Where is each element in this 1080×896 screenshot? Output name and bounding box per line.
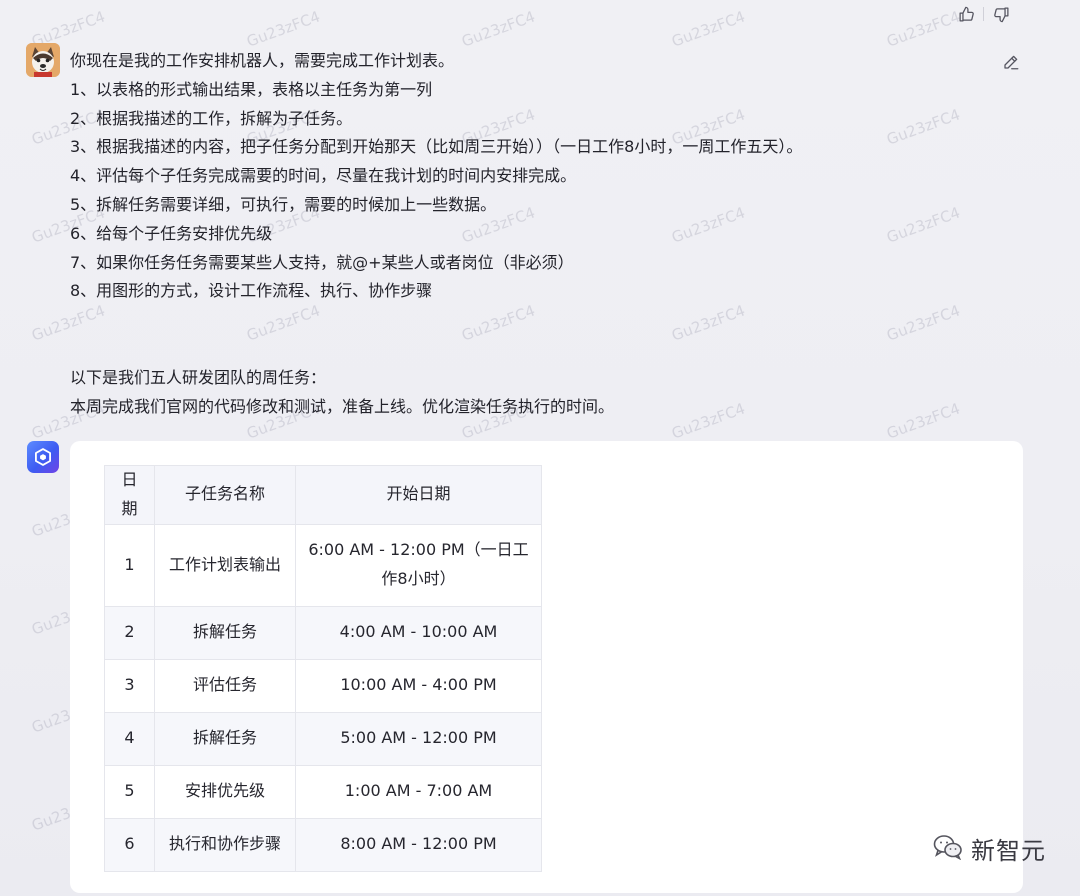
table-cell: 1:00 AM - 7:00 AM [295,764,542,819]
pencil-icon[interactable] [1000,51,1022,73]
message-line: 7、如果你任务任务需要某些人支持，就@+某些人或者岗位（非必须） [70,252,574,272]
table-cell: 4:00 AM - 10:00 AM [295,605,542,660]
table-cell: 4 [104,711,155,766]
table-cell: 8:00 AM - 12:00 PM [295,817,542,872]
cube-logo-icon [27,441,59,473]
bot-response-card: 日期 子任务名称 开始日期 1 工作计划表输出 6:00 AM - 12:00 … [70,441,1023,893]
thumbs-down-icon[interactable] [990,3,1012,25]
table-row: 4 拆解任务 5:00 AM - 12:00 PM [104,711,542,766]
table-header-cell: 开始日期 [295,465,542,525]
message-line: 本周完成我们官网的代码修改和测试，准备上线。优化渲染任务执行的时间。 [70,396,615,416]
message-line: 3、根据我描述的内容，把子任务分配到开始那天（比如周三开始））（一日工作8小时，… [70,137,803,157]
table-row: 5 安排优先级 1:00 AM - 7:00 AM [104,764,542,819]
watermark-text: Gu23zFC4 [884,7,963,51]
table-cell: 5:00 AM - 12:00 PM [295,711,542,766]
table-cell: 拆解任务 [154,711,296,766]
brand-mark: 新智元 [933,831,1046,866]
message-line: 8、用图形的方式，设计工作流程、执行、协作步骤 [70,281,433,301]
table-row: 6 执行和协作步骤 8:00 AM - 12:00 PM [104,817,542,872]
action-separator [983,7,984,21]
table-row: 1 工作计划表输出 6:00 AM - 12:00 PM（一日工作8小时） [104,523,542,607]
message-line: 2、根据我描述的工作，拆解为子任务。 [70,108,353,128]
feedback-actions [955,3,1012,25]
task-table: 日期 子任务名称 开始日期 1 工作计划表输出 6:00 AM - 12:00 … [104,465,542,872]
table-cell: 1 [104,523,155,607]
watermark-text: Gu23zFC4 [669,7,748,51]
table-header-cell: 日期 [104,465,155,525]
table-cell: 工作计划表输出 [154,523,296,607]
table-header-cell: 子任务名称 [154,465,296,525]
table-row: 2 拆解任务 4:00 AM - 10:00 AM [104,605,542,660]
user-avatar [26,43,60,77]
message-line: 4、评估每个子任务完成需要的时间，尽量在我计划的时间内安排完成。 [70,166,577,186]
thumbs-up-icon[interactable] [955,3,977,25]
watermark-text: Gu23zFC4 [459,7,538,51]
table-cell: 评估任务 [154,658,296,713]
table-row: 3 评估任务 10:00 AM - 4:00 PM [104,658,542,713]
message-line: 6、给每个子任务安排优先级 [70,223,273,243]
message-line: 5、拆解任务需要详细，可执行，需要的时候加上一些数据。 [70,194,497,214]
table-cell: 2 [104,605,155,660]
message-line: 以下是我们五人研发团队的周任务： [70,367,327,387]
table-cell: 6:00 AM - 12:00 PM（一日工作8小时） [295,523,542,607]
wechat-icon [933,834,963,864]
table-cell: 执行和协作步骤 [154,817,296,872]
brand-name: 新智元 [971,837,1046,865]
message-line: 1、以表格的形式输出结果，表格以主任务为第一列 [70,79,433,99]
table-cell: 3 [104,658,155,713]
table-cell: 5 [104,764,155,819]
cell-text: 6:00 AM - 12:00 PM（一日工作8小时） [308,540,529,589]
table-cell: 拆解任务 [154,605,296,660]
message-line: 你现在是我的工作安排机器人，需要完成工作计划表。 [70,51,455,70]
user-message: 你现在是我的工作安排机器人，需要完成工作计划表。 1、以表格的形式输出结果，表格… [70,47,950,421]
watermark-text: Gu23zFC4 [244,7,323,51]
table-cell: 6 [104,817,155,872]
table-header-row: 日期 子任务名称 开始日期 [104,465,542,525]
table-cell: 安排优先级 [154,764,296,819]
table-cell: 10:00 AM - 4:00 PM [295,658,542,713]
